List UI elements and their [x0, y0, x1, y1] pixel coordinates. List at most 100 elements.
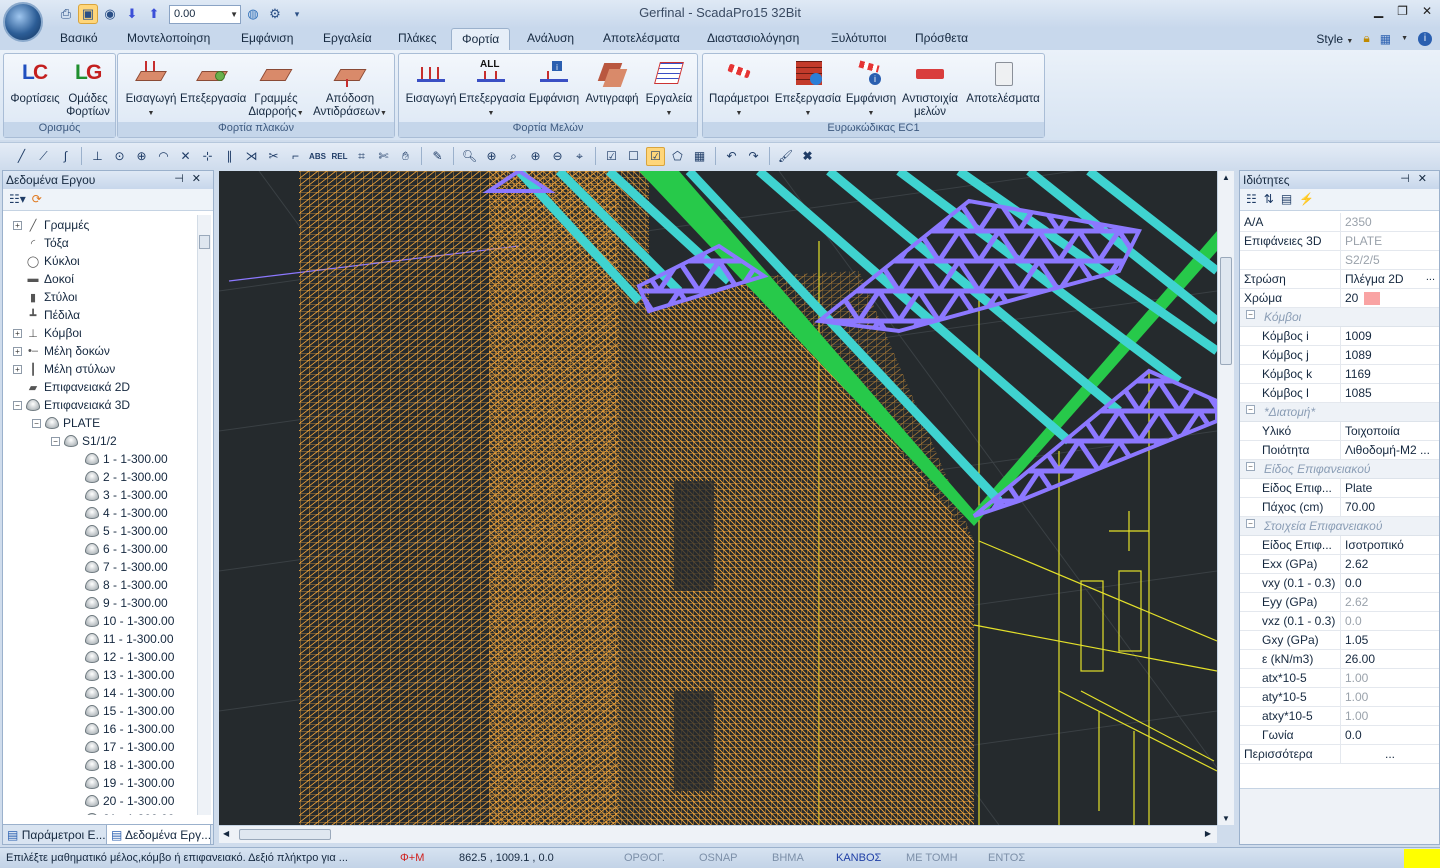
tree-item-beams[interactable]: ▬ Δοκοί	[26, 270, 74, 288]
scroll-right-icon[interactable]: ▶	[1205, 829, 1211, 838]
chevron-down-icon[interactable]: ▼	[1401, 35, 1408, 42]
perpendicular-icon[interactable]: ⊥	[88, 147, 107, 166]
tree-scrollbar[interactable]	[197, 215, 211, 815]
restore-icon[interactable]: ❐	[1397, 4, 1408, 18]
property-row[interactable]: Κόμβος j 1089	[1240, 346, 1439, 365]
tab-view[interactable]: Εμφάνιση	[241, 31, 293, 45]
tab-tools[interactable]: Εργαλεία	[323, 31, 372, 45]
tree-item-plate-element[interactable]: 8 - 1-300.00	[85, 576, 168, 594]
scroll-thumb[interactable]	[239, 829, 331, 840]
extend-icon[interactable]: ⊹	[198, 147, 217, 166]
property-value[interactable]: 70.00	[1340, 498, 1439, 516]
sort-az-icon[interactable]: ⇅	[1264, 192, 1274, 207]
property-value[interactable]: Plate	[1340, 479, 1439, 497]
pin-icon[interactable]: ⊣	[1400, 173, 1418, 185]
abs-coordinates-icon[interactable]: ABS	[308, 147, 327, 166]
tab-project-data[interactable]: ▤ Δεδομένα Εργ...	[107, 825, 211, 844]
tree-item-plate-element[interactable]: 6 - 1-300.00	[85, 540, 168, 558]
tab-modeling[interactable]: Μοντελοποίηση	[127, 31, 210, 45]
tree-item-column-members[interactable]: + ┃ Μέλη στύλων	[13, 360, 115, 378]
collapse-icon[interactable]: −	[1246, 310, 1255, 319]
property-value[interactable]: 1009	[1340, 327, 1439, 345]
tree-item-plate-element[interactable]: 4 - 1-300.00	[85, 504, 168, 522]
property-row[interactable]: Γωνία 0.0	[1240, 726, 1439, 745]
mode-canvas[interactable]: ΚΑΝΒΟΣ	[836, 852, 881, 864]
check-icon[interactable]: ☑	[602, 147, 621, 166]
tree-item-plate-element[interactable]: 20 - 1-300.00	[85, 792, 174, 810]
checkbox-list-icon[interactable]: ☐	[624, 147, 643, 166]
tab-design[interactable]: Διαστασιολόγηση	[707, 31, 799, 45]
tree-item-surface-3d[interactable]: − Επιφανειακά 3D	[13, 396, 130, 414]
property-value[interactable]: 1085	[1340, 384, 1439, 402]
tab-analysis[interactable]: Ανάλυση	[527, 31, 574, 45]
expand-icon[interactable]: +	[13, 328, 22, 338]
tree-item-plate-element[interactable]: 13 - 1-300.00	[85, 666, 174, 684]
viewport-horizontal-scrollbar[interactable]: ◀ ▶	[219, 825, 1217, 843]
ellipsis-button[interactable]: ...	[1426, 271, 1435, 283]
property-value[interactable]: S2/2/5	[1340, 251, 1439, 269]
tab-loads[interactable]: Φορτία	[451, 28, 511, 51]
member-mapping-button[interactable]: Αντιστοιχία μελών	[899, 57, 961, 119]
property-row[interactable]: aty*10-5 1.00	[1240, 688, 1439, 707]
ec1-results-button[interactable]: Αποτελέσματα	[963, 57, 1043, 106]
scroll-thumb[interactable]	[199, 235, 210, 249]
property-row[interactable]: Eyy (GPa) 2.62	[1240, 593, 1439, 612]
model-canvas[interactable]	[219, 171, 1217, 825]
zoom-extents-icon[interactable]: ⌕	[504, 147, 523, 166]
snap-center-icon[interactable]: ⊙	[110, 147, 129, 166]
property-value[interactable]: 2350	[1340, 213, 1439, 231]
ec1-edit-button[interactable]: Επεξεργασία ▼	[773, 57, 843, 120]
tree-item-plate-element[interactable]: 7 - 1-300.00	[85, 558, 168, 576]
zoom-window-icon[interactable]: ⊕	[482, 147, 501, 166]
tree-item-surface-2d[interactable]: ▰ Επιφανειακά 2D	[26, 378, 130, 396]
collapse-icon[interactable]: −	[51, 436, 60, 446]
window-select-icon[interactable]: ⌗	[352, 147, 371, 166]
tree-item-lines[interactable]: + ╱ Γραμμές	[13, 216, 89, 234]
member-copy-button[interactable]: Αντιγραφή	[583, 57, 641, 106]
property-row[interactable]: Υλικό Τοιχοποιία	[1240, 422, 1439, 441]
expand-icon[interactable]: +	[13, 364, 22, 374]
property-value[interactable]: 1.05	[1340, 631, 1439, 649]
select-check-icon[interactable]: ☑	[646, 146, 665, 166]
scroll-up-icon[interactable]: ▲	[1222, 173, 1230, 182]
property-row[interactable]: Κόμβος l 1085	[1240, 384, 1439, 403]
property-row[interactable]: Κόμβος k 1169	[1240, 365, 1439, 384]
line-icon[interactable]: ╱	[12, 147, 31, 166]
3d-viewport[interactable]	[219, 171, 1217, 825]
property-row[interactable]: atx*10-5 1.00	[1240, 669, 1439, 688]
tree-item-plate[interactable]: − PLATE	[32, 414, 100, 432]
tree-item-plate-element[interactable]: 15 - 1-300.00	[85, 702, 174, 720]
load-cases-button[interactable]: LC Φορτίσεις	[8, 57, 62, 106]
pen-icon[interactable]: ✎	[428, 147, 447, 166]
property-category[interactable]: − *Διατομή*	[1240, 403, 1439, 422]
property-category[interactable]: − Κόμβοι	[1240, 308, 1439, 327]
property-row[interactable]: Είδος Επιφ... Plate	[1240, 479, 1439, 498]
tree-item-plate-element[interactable]: 12 - 1-300.00	[85, 648, 174, 666]
property-value[interactable]: 1169	[1340, 365, 1439, 383]
categorized-icon[interactable]: ☷	[1246, 192, 1257, 207]
collapse-icon[interactable]: −	[13, 400, 22, 410]
property-value[interactable]: ...	[1340, 745, 1439, 763]
polyline-icon[interactable]: ⟋	[34, 147, 53, 166]
mode-osnap[interactable]: OSNAP	[699, 852, 738, 864]
property-row[interactable]: ε (kN/m3) 26.00	[1240, 650, 1439, 669]
yield-lines-button[interactable]: Γραμμές Διαρροής▼	[246, 57, 306, 120]
scissors-icon[interactable]: ✂	[264, 147, 283, 166]
scroll-down-icon[interactable]: ▼	[1222, 814, 1230, 823]
redo-icon[interactable]: ↷	[744, 147, 763, 166]
tree-item-plate-element[interactable]: 5 - 1-300.00	[85, 522, 168, 540]
slab-edit-button[interactable]: Επεξεργασία	[180, 57, 246, 106]
collapse-icon[interactable]: −	[1246, 519, 1255, 528]
property-value[interactable]: 1089	[1340, 346, 1439, 364]
zoom-out-icon[interactable]: ⊖	[548, 147, 567, 166]
member-show-button[interactable]: i Εμφάνιση	[525, 57, 583, 106]
grid-icon[interactable]: ▦	[690, 147, 709, 166]
tab-slabs[interactable]: Πλάκες	[398, 31, 437, 45]
mode-ortho[interactable]: ΟΡΘΟΓ.	[624, 852, 665, 864]
tab-results[interactable]: Αποτελέσματα	[603, 31, 680, 45]
tree-item-columns[interactable]: ▮ Στύλοι	[26, 288, 77, 306]
tree-filter-icon[interactable]: ☷▾	[9, 192, 26, 207]
close-icon[interactable]: ✕	[192, 173, 209, 185]
property-row[interactable]: S2/2/5	[1240, 251, 1439, 270]
tree-item-footings[interactable]: ┻ Πέδιλα	[26, 306, 80, 324]
